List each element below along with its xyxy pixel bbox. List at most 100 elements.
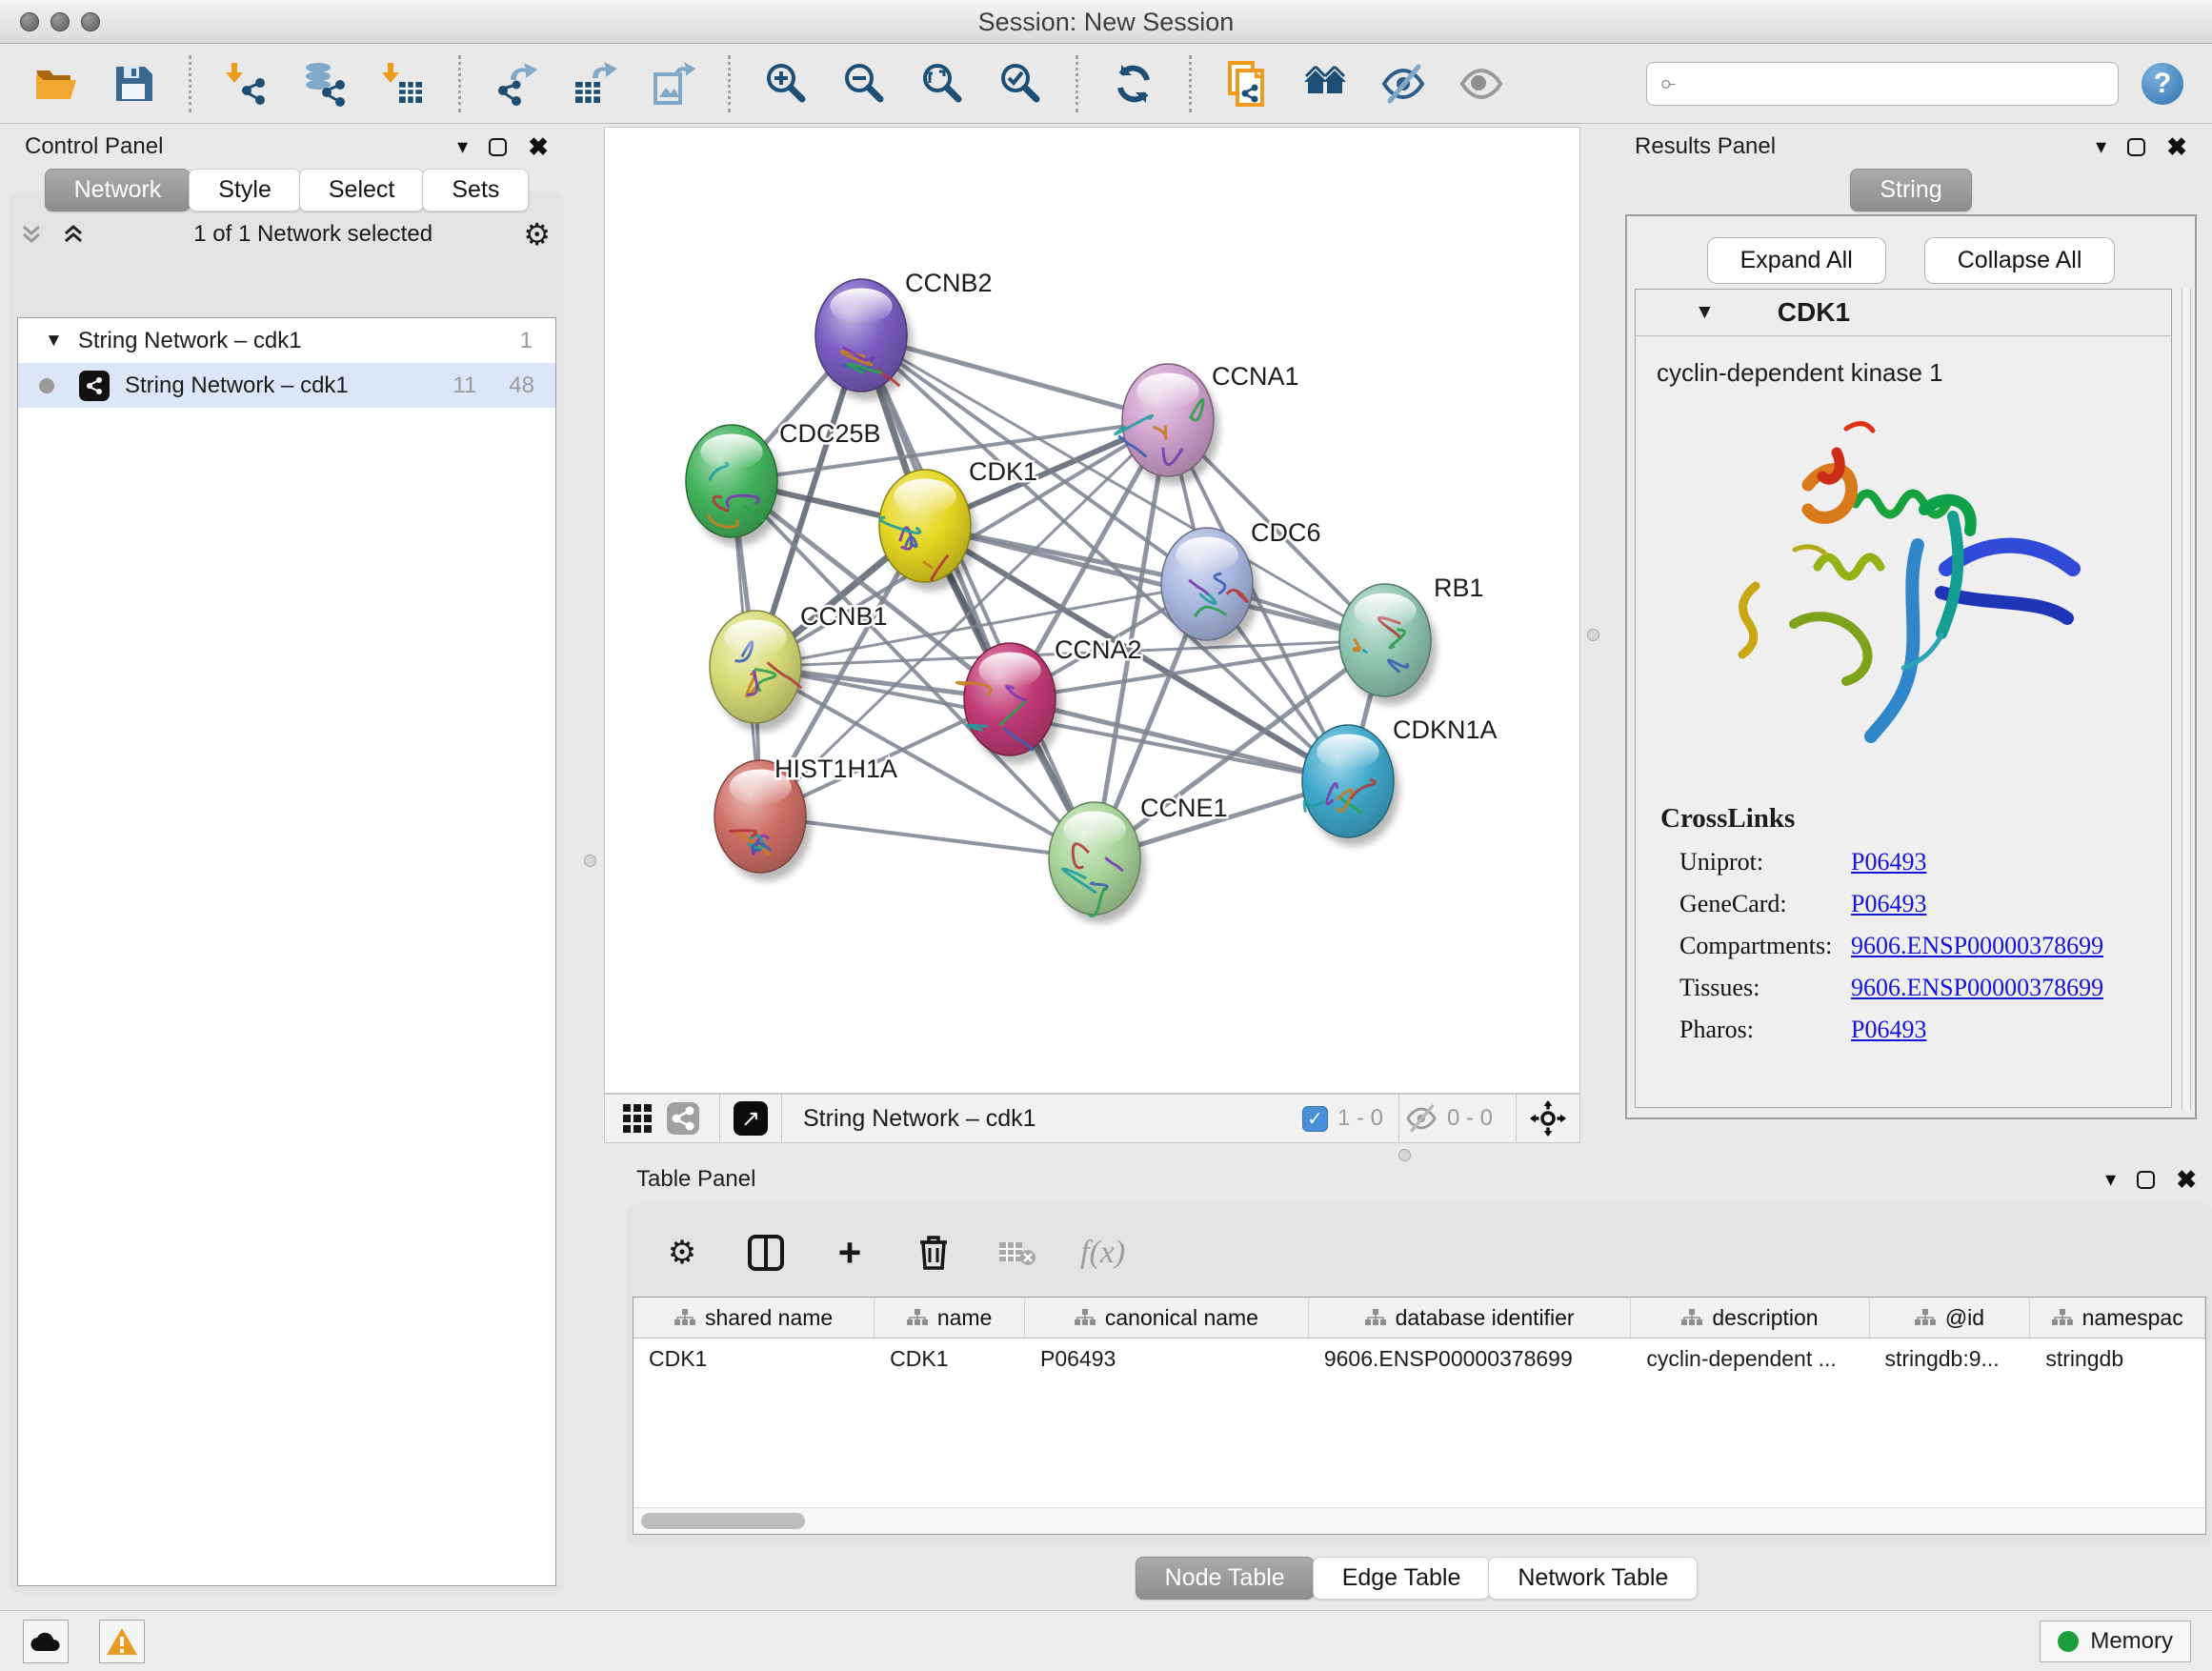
network-node-HIST1H1A[interactable]: HIST1H1A: [714, 755, 897, 881]
memory-status-dot: [2058, 1631, 2079, 1652]
column-type-icon: [2052, 1309, 2073, 1326]
network-options-gear-icon[interactable]: ⚙: [523, 216, 551, 252]
crosslink-link[interactable]: 9606.ENSP00000378699: [1851, 932, 2103, 960]
save-session-icon[interactable]: [111, 61, 156, 107]
network-collection-row[interactable]: ▼ String Network – cdk1 1: [18, 318, 555, 363]
export-table-icon[interactable]: [572, 61, 617, 107]
expand-all-button[interactable]: Expand All: [1707, 237, 1886, 284]
node-label-CDC6: CDC6: [1251, 518, 1321, 547]
network-node-CDC25B[interactable]: CDC25B: [686, 419, 881, 546]
cloud-icon: [30, 1630, 62, 1653]
expand-all-networks-icon[interactable]: [19, 222, 44, 247]
column-header-@id[interactable]: @id: [1870, 1298, 2031, 1338]
show-all-eye-icon[interactable]: [1458, 61, 1504, 107]
column-label: description: [1712, 1305, 1818, 1331]
pan-crosshair-icon[interactable]: [1530, 1100, 1566, 1137]
table-empty-area: [633, 1379, 2205, 1507]
crosslink-link[interactable]: 9606.ENSP00000378699: [1851, 974, 2103, 1002]
birdseye-grid-icon[interactable]: [614, 1096, 660, 1141]
search-input[interactable]: [1680, 70, 2106, 97]
panel-close-icon[interactable]: ✖: [2166, 132, 2187, 162]
tab-network-table[interactable]: Network Table: [1488, 1557, 1698, 1600]
network-canvas[interactable]: CCNB2CCNA1CDC25BCDK1CDC6RB1CCNB1CCNA2CDK…: [604, 127, 1580, 1094]
cloud-button[interactable]: [23, 1620, 69, 1663]
gene-expand-icon[interactable]: ▼: [1695, 301, 1715, 324]
duplicate-network-icon[interactable]: [1224, 61, 1270, 107]
scrollbar-thumb[interactable]: [641, 1513, 805, 1529]
crosslink-link[interactable]: P06493: [1851, 848, 1926, 876]
panel-collapse-icon[interactable]: ▾: [457, 134, 468, 159]
memory-button[interactable]: Memory: [2040, 1621, 2191, 1662]
network-node-CDC6[interactable]: CDC6: [1161, 518, 1321, 649]
zoom-selected-icon[interactable]: [997, 61, 1043, 107]
tab-style[interactable]: Style: [189, 169, 301, 211]
tab-select[interactable]: Select: [299, 169, 424, 211]
warnings-button[interactable]: [99, 1620, 145, 1663]
delete-table-icon[interactable]: [996, 1232, 1038, 1274]
right-divider-handle[interactable]: [1587, 629, 1599, 641]
hide-selected-eye-icon[interactable]: [1380, 61, 1426, 107]
collapse-all-button[interactable]: Collapse All: [1924, 237, 2116, 284]
collection-expand-icon[interactable]: ▼: [45, 331, 63, 352]
table-horizontal-scrollbar[interactable]: [633, 1507, 2205, 1534]
import-network-database-icon[interactable]: [302, 61, 348, 107]
column-header-shared-name[interactable]: shared name: [633, 1298, 875, 1338]
zoom-in-icon[interactable]: [763, 61, 809, 107]
left-divider-handle[interactable]: [584, 855, 596, 867]
network-node-CCNB1[interactable]: CCNB1: [710, 602, 888, 732]
bottom-divider-handle[interactable]: [1398, 1149, 1411, 1161]
show-columns-icon[interactable]: [745, 1232, 787, 1274]
tab-node-table[interactable]: Node Table: [1136, 1557, 1315, 1600]
panel-float-icon[interactable]: [489, 138, 507, 156]
tab-edge-table[interactable]: Edge Table: [1313, 1557, 1491, 1600]
column-header-database-identifier[interactable]: database identifier: [1309, 1298, 1632, 1338]
open-session-icon[interactable]: [32, 61, 78, 107]
column-header-canonical-name[interactable]: canonical name: [1025, 1298, 1309, 1338]
network-row[interactable]: String Network – cdk1 11 48: [18, 363, 555, 408]
open-in-new-window-icon[interactable]: ↗: [734, 1101, 768, 1136]
tab-network[interactable]: Network: [45, 169, 191, 211]
network-node-CCNA1[interactable]: CCNA1: [1116, 362, 1299, 485]
export-image-icon[interactable]: [650, 61, 695, 107]
table-toolbar: ⚙ + f(x): [627, 1203, 2212, 1285]
column-header-namespac[interactable]: namespac: [2030, 1298, 2205, 1338]
export-network-icon[interactable]: [493, 61, 539, 107]
crosslink-link[interactable]: P06493: [1851, 890, 1926, 918]
crosslinks-title: CrossLinks: [1660, 803, 2171, 835]
tab-string[interactable]: String: [1850, 169, 1971, 211]
panel-close-icon[interactable]: ✖: [2176, 1165, 2197, 1195]
collapse-all-networks-icon[interactable]: [61, 222, 86, 247]
zoom-fit-icon[interactable]: [919, 61, 965, 107]
panel-collapse-icon[interactable]: ▾: [2096, 134, 2106, 159]
network-node-CCNE1[interactable]: CCNE1: [1049, 794, 1228, 923]
column-header-description[interactable]: description: [1631, 1298, 1869, 1338]
panel-collapse-icon[interactable]: ▾: [2105, 1167, 2116, 1192]
help-button[interactable]: ?: [2142, 63, 2183, 105]
toolbar-search-box[interactable]: ⌕: [1646, 62, 2119, 106]
delete-column-icon[interactable]: [913, 1232, 955, 1274]
column-header-name[interactable]: name: [875, 1298, 1025, 1338]
table-row[interactable]: CDK1CDK1P064939606.ENSP00000378699cyclin…: [633, 1339, 2205, 1379]
results-scrollbar[interactable]: [2182, 289, 2191, 1110]
import-table-icon[interactable]: [380, 61, 426, 107]
selected-items-checkbox[interactable]: ✓: [1302, 1106, 1328, 1132]
panel-float-icon[interactable]: [2127, 138, 2145, 156]
tab-sets[interactable]: Sets: [422, 169, 529, 211]
network-node-CCNB2[interactable]: CCNB2: [815, 269, 993, 400]
network-node-CDKN1A[interactable]: CDKN1A: [1302, 715, 1498, 846]
network-share-icon[interactable]: [660, 1096, 706, 1141]
refresh-icon[interactable]: [1111, 61, 1156, 107]
title-bar: Session: New Session: [0, 0, 2212, 44]
zoom-out-icon[interactable]: [841, 61, 887, 107]
crosslink-link[interactable]: P06493: [1851, 1016, 1926, 1044]
function-builder-icon[interactable]: f(x): [1080, 1232, 1125, 1274]
panel-close-icon[interactable]: ✖: [528, 132, 549, 162]
table-options-gear-icon[interactable]: ⚙: [661, 1232, 703, 1274]
panel-float-icon[interactable]: [2137, 1171, 2155, 1189]
neighbors-houses-icon[interactable]: [1302, 61, 1348, 107]
column-type-icon: [1075, 1309, 1096, 1326]
gene-entry-header[interactable]: ▼ CDK1: [1636, 290, 2171, 336]
network-node-RB1[interactable]: RB1: [1339, 574, 1484, 705]
create-column-icon[interactable]: +: [829, 1232, 871, 1274]
import-network-file-icon[interactable]: [224, 61, 270, 107]
